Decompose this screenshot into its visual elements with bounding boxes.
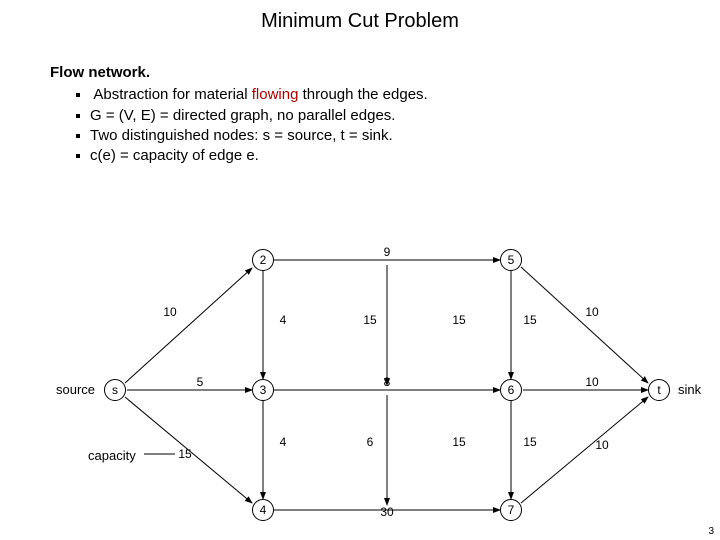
bullet-item: Two distinguished nodes: s = source, t =… <box>76 126 670 146</box>
cap-mid-bot-b: 15 <box>452 435 465 449</box>
cap-3-6: 8 <box>384 375 391 389</box>
cap-3-4: 4 <box>280 435 287 449</box>
bullet-item: Abstraction for material flowing through… <box>76 85 670 105</box>
cap-4-7: 30 <box>380 505 393 519</box>
content-block: Flow network. Abstraction for material f… <box>0 33 720 166</box>
page-number: 3 <box>708 526 714 537</box>
cap-6-7: 15 <box>523 435 536 449</box>
cap-mid-top-b: 15 <box>452 313 465 327</box>
bullet-list: Abstraction for material flowing through… <box>50 85 670 166</box>
cap-s-2: 10 <box>163 305 176 319</box>
bullet-item: G = (V, E) = directed graph, no parallel… <box>76 106 670 126</box>
cap-5-t: 10 <box>585 305 598 319</box>
cap-s-4: 15 <box>178 447 191 461</box>
cap-5-6: 15 <box>523 313 536 327</box>
capacity-pointer <box>0 220 720 530</box>
slide-title: Minimum Cut Problem <box>0 0 720 33</box>
flow-diagram: s 2 3 4 5 6 7 t source sink capacity 10 … <box>0 220 720 530</box>
cap-s-3: 5 <box>197 375 204 389</box>
cap-6-t: 10 <box>585 375 598 389</box>
cap-2-5: 9 <box>384 245 391 259</box>
heading: Flow network. <box>50 64 150 81</box>
bullet-item: c(e) = capacity of edge e. <box>76 146 670 166</box>
cap-mid-bot-a: 6 <box>367 435 374 449</box>
cap-7-t: 10 <box>595 438 608 452</box>
cap-2-3: 4 <box>280 313 287 327</box>
cap-mid-top-a: 15 <box>363 313 376 327</box>
